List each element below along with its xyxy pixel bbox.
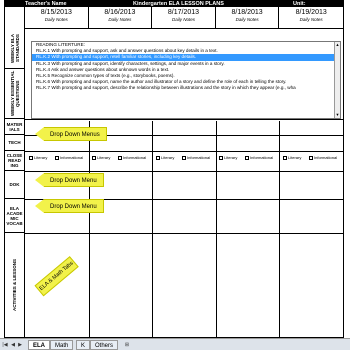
activities-lessons-label: ACTIVITIES & LESSONS: [12, 258, 17, 311]
date-header-row: 8/15/2013 Daily Notes 8/16/2013 Daily No…: [25, 7, 343, 29]
daily-notes-label: Daily Notes: [235, 17, 259, 22]
grid-line: [25, 119, 343, 120]
checkbox-informational[interactable]: Informational: [55, 155, 83, 160]
essential-questions-label: WEEKLY ESSENTIAL QUESTIONS: [5, 69, 24, 119]
checkbox-literary[interactable]: Literary: [29, 155, 47, 160]
row-label-column: WEEKLY ELA STANDARDS WEEKLY ESSENTIAL QU…: [5, 7, 25, 337]
tech-label: TECH: [5, 135, 24, 151]
date-column[interactable]: 8/17/2013 Daily Notes: [152, 7, 216, 29]
dok-label: DOK: [5, 171, 24, 199]
checkbox-icon[interactable]: [92, 155, 96, 160]
checkbox-literary[interactable]: Literary: [283, 155, 301, 160]
daily-notes-label: Daily Notes: [44, 17, 68, 22]
checkbox-icon[interactable]: [29, 155, 33, 160]
grid-line: [25, 233, 343, 234]
checkbox-literary[interactable]: Literary: [219, 155, 237, 160]
list-item[interactable]: RL.K.7 With prompting and support, descr…: [32, 85, 340, 91]
date-column[interactable]: 8/18/2013 Daily Notes: [216, 7, 280, 29]
arrow-left-icon: [35, 199, 44, 213]
date-value: 8/18/2013: [231, 9, 263, 16]
materials-label: MATER IALS: [5, 119, 24, 135]
checkbox-icon[interactable]: [156, 155, 160, 160]
arrow-left-icon: [35, 127, 44, 141]
checkbox-icon[interactable]: [55, 155, 59, 160]
prev-sheet-icon[interactable]: ◀: [10, 341, 16, 349]
checkbox-icon[interactable]: [245, 155, 249, 160]
tab-ela[interactable]: ELA: [28, 340, 50, 350]
tab-math[interactable]: Math: [50, 340, 74, 350]
daily-notes-label: Daily Notes: [171, 17, 195, 22]
sheet-tabs-bar: |◀ ◀ ▶ ELA Math K Others ⊞: [0, 338, 350, 350]
checkbox-icon[interactable]: [118, 155, 122, 160]
close-reading-checkboxes: Literary Informational Literary Informat…: [27, 154, 343, 161]
grid-line: [25, 171, 343, 172]
tabs-callout: ELA & Math Tabs: [34, 256, 79, 297]
tab-k[interactable]: K: [76, 340, 91, 350]
checkbox-literary[interactable]: Literary: [92, 155, 110, 160]
checkbox-informational[interactable]: Informational: [182, 155, 210, 160]
vocab-callout: Drop Down Menu: [35, 199, 104, 213]
lesson-plan-sheet: Teacher's Name Kindergarten ELA LESSON P…: [4, 0, 344, 339]
list-scrollbar[interactable]: ▲ ▼: [334, 42, 340, 118]
scroll-up-icon[interactable]: ▲: [335, 42, 340, 48]
add-sheet-icon[interactable]: ⊞: [122, 341, 132, 349]
weekly-ela-standards-label: WEEKLY ELA STANDARDS: [5, 29, 24, 69]
date-column[interactable]: 8/19/2013 Daily Notes: [279, 7, 343, 29]
dok-callout: Drop Down Menu: [35, 173, 104, 187]
tech-callout: Drop Down Menus: [35, 127, 107, 141]
tab-others[interactable]: Others: [90, 340, 119, 350]
academic-vocab-label: ELA ACADE MIC VOCAB: [5, 199, 24, 233]
daily-notes-label: Daily Notes: [108, 17, 132, 22]
first-sheet-icon[interactable]: |◀: [2, 341, 8, 349]
date-value: 8/16/2013: [104, 9, 136, 16]
date-value: 8/19/2013: [295, 9, 327, 16]
checkbox-informational[interactable]: Informational: [245, 155, 273, 160]
date-value: 8/15/2013: [40, 9, 72, 16]
date-value: 8/17/2013: [167, 9, 200, 16]
checkbox-icon[interactable]: [309, 155, 313, 160]
checkbox-informational[interactable]: Informational: [118, 155, 146, 160]
arrow-left-icon: [35, 173, 44, 187]
grid-line: [25, 151, 343, 152]
date-column[interactable]: 8/16/2013 Daily Notes: [89, 7, 153, 29]
scroll-down-icon[interactable]: ▼: [335, 112, 340, 118]
checkbox-informational[interactable]: Informational: [309, 155, 337, 160]
checkbox-icon[interactable]: [182, 155, 186, 160]
daily-notes-label: Daily Notes: [299, 17, 323, 22]
close-reading-label: CLOSE READ ING: [5, 151, 24, 171]
checkbox-literary[interactable]: Literary: [156, 155, 174, 160]
checkbox-icon[interactable]: [219, 155, 223, 160]
checkbox-icon[interactable]: [283, 155, 287, 160]
date-column[interactable]: 8/15/2013 Daily Notes: [25, 7, 89, 29]
next-sheet-icon[interactable]: ▶: [17, 341, 23, 349]
standards-dropdown-list[interactable]: READING LITERTURE: RL.K.1 With prompting…: [31, 41, 341, 119]
